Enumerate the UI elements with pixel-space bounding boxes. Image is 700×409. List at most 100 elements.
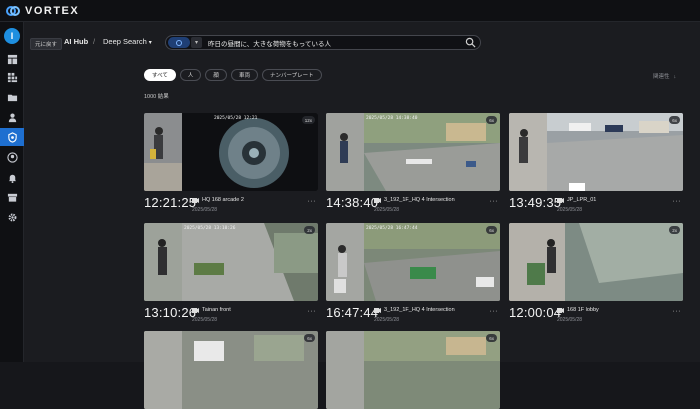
- intersection-thumbnail: [326, 223, 500, 301]
- result-time: 13:10:26: [144, 305, 197, 320]
- filter-person[interactable]: 人: [179, 69, 202, 81]
- zoom-badge: 12x: [301, 116, 315, 124]
- chevron-down-icon: ▾: [148, 40, 152, 46]
- zoom-badge: 6x: [486, 334, 497, 342]
- result-thumbnail[interactable]: 6x: [326, 331, 500, 409]
- result-date: 2025/05/28: [374, 317, 400, 323]
- result-time: 12:00:04: [509, 305, 562, 320]
- camera-name-label: 168 1F lobby: [567, 307, 599, 313]
- result-thumbnail[interactable]: 2025/05/28 14:38:40 6x: [326, 113, 500, 191]
- result-date: 2025/05/28: [557, 207, 583, 213]
- sidebar-item-settings[interactable]: [0, 208, 24, 226]
- lobby-thumbnail: [509, 223, 683, 301]
- street-thumbnail: [144, 331, 318, 409]
- result-thumbnail[interactable]: 2025/05/28 13:10:26 2x: [144, 223, 318, 301]
- camera-name: 3_192_1F_HQ 4 Intersection: [374, 197, 455, 203]
- dashboard-icon: [7, 54, 17, 64]
- zoom-badge: 6x: [669, 116, 680, 124]
- search-mode-button[interactable]: [168, 37, 190, 48]
- sort-label: 関連性: [653, 74, 670, 80]
- search-icon[interactable]: [465, 37, 476, 48]
- result-date: 2025/05/28: [192, 317, 218, 323]
- sidebar-item-people[interactable]: [0, 108, 24, 126]
- search-input[interactable]: 昨日の昼間に、大きな荷物をもっている人: [208, 38, 465, 48]
- result-date: 2025/05/28: [374, 207, 400, 213]
- camera-name-label: Tainan front: [202, 307, 231, 313]
- more-options-button[interactable]: ···: [673, 308, 682, 315]
- camera-timestamp-overlay: 2025/05/28 13:10:26: [184, 226, 236, 231]
- more-options-button[interactable]: ···: [490, 198, 499, 205]
- result-thumbnail[interactable]: 2025/05/28 12:21 12x: [144, 113, 318, 191]
- archive-icon: [7, 193, 17, 202]
- sidebar-item-users[interactable]: [0, 148, 24, 166]
- street-thumbnail: [509, 113, 683, 191]
- sort-control[interactable]: 関連性 ↓: [653, 72, 676, 80]
- camera-name: 3_192_1F_HQ 4 Intersection: [374, 307, 455, 313]
- result-thumbnail[interactable]: 2025/05/28 16:47:44 6x: [326, 223, 500, 301]
- zoom-badge: 2x: [669, 226, 680, 234]
- bell-icon: [8, 174, 16, 183]
- back-button[interactable]: 元に戻す: [30, 38, 63, 50]
- filter-face[interactable]: 顔: [205, 69, 227, 81]
- result-thumbnail[interactable]: 2x: [509, 223, 683, 301]
- ai-search-icon: [176, 39, 182, 46]
- breadcrumb-current-label: Deep Search: [103, 37, 147, 46]
- apps-grid-icon: [7, 72, 17, 82]
- camera-timestamp-overlay: 2025/05/28 12:21: [214, 116, 258, 121]
- more-options-button[interactable]: ···: [308, 308, 317, 315]
- camera-name-label: HQ 168 arcade 2: [202, 197, 244, 203]
- camera-name-label: 3_192_1F_HQ 4 Intersection: [384, 307, 455, 313]
- zoom-badge: 6x: [486, 226, 497, 234]
- app-logo-text: VORTEX: [25, 4, 80, 17]
- result-date: 2025/05/28: [192, 207, 218, 213]
- result-count: 1000 結果: [144, 94, 169, 100]
- gear-icon: [8, 213, 16, 221]
- more-options-button[interactable]: ···: [490, 308, 499, 315]
- user-avatar[interactable]: I: [4, 28, 20, 44]
- result-thumbnail[interactable]: 6x: [509, 113, 683, 191]
- camera-name: Tainan front: [192, 307, 231, 313]
- sidebar-item-dashboard[interactable]: [0, 50, 24, 68]
- filter-vehicle[interactable]: 車両: [230, 69, 258, 81]
- person-icon: [8, 113, 16, 122]
- camera-name-label: JP_LPR_01: [567, 197, 597, 203]
- top-bar: VORTEX: [0, 0, 700, 22]
- camera-icon: [192, 197, 199, 203]
- search-mode-dropdown[interactable]: ▾: [191, 37, 202, 48]
- breadcrumb-separator: /: [93, 37, 96, 46]
- filter-all[interactable]: すべて: [144, 69, 176, 81]
- header: 元に戻す AI Hub / Deep Search ▾ ▾ 昨日の昼間に、大きな荷…: [24, 22, 700, 62]
- sidebar-item-apps[interactable]: [0, 68, 24, 86]
- camera-name-label: 3_192_1F_HQ 4 Intersection: [384, 197, 455, 203]
- camera-name: HQ 168 arcade 2: [192, 197, 244, 203]
- more-options-button[interactable]: ···: [308, 198, 317, 205]
- camera-icon: [374, 197, 381, 203]
- sidebar: I: [0, 22, 24, 362]
- sidebar-item-ai-hub[interactable]: [0, 128, 24, 146]
- camera-name: JP_LPR_01: [557, 197, 596, 203]
- result-time: 13:49:35: [509, 195, 562, 210]
- camera-icon: [557, 197, 564, 203]
- camera-timestamp-overlay: 2025/05/28 14:38:40: [366, 116, 418, 121]
- camera-name: 168 1F lobby: [557, 307, 599, 313]
- filter-license-plate[interactable]: ナンバープレート: [261, 69, 322, 81]
- sidebar-item-archive[interactable]: [0, 188, 24, 206]
- intersection-thumbnail: [326, 113, 500, 191]
- result-thumbnail[interactable]: 6x: [144, 331, 318, 409]
- more-options-button[interactable]: ···: [673, 198, 682, 205]
- intersection-thumbnail: [326, 331, 500, 409]
- result-time: 14:38:40: [326, 195, 379, 210]
- sidebar-item-files[interactable]: [0, 88, 24, 106]
- main-content: 元に戻す AI Hub / Deep Search ▾ ▾ 昨日の昼間に、大きな荷…: [24, 22, 700, 409]
- fisheye-arcade-thumbnail: [144, 113, 318, 191]
- breadcrumb-deep-search[interactable]: Deep Search ▾: [103, 37, 152, 46]
- storefront-thumbnail: [144, 223, 318, 301]
- ai-hub-icon: [7, 131, 17, 143]
- sort-arrow-icon: ↓: [673, 74, 677, 80]
- deep-search-bar: ▾ 昨日の昼間に、大きな荷物をもっている人: [165, 35, 481, 50]
- vortex-logo-icon: [6, 5, 20, 17]
- camera-icon: [192, 307, 199, 313]
- sidebar-item-alerts[interactable]: [0, 168, 24, 186]
- zoom-badge: 2x: [304, 226, 315, 234]
- breadcrumb-ai-hub[interactable]: AI Hub: [64, 37, 88, 46]
